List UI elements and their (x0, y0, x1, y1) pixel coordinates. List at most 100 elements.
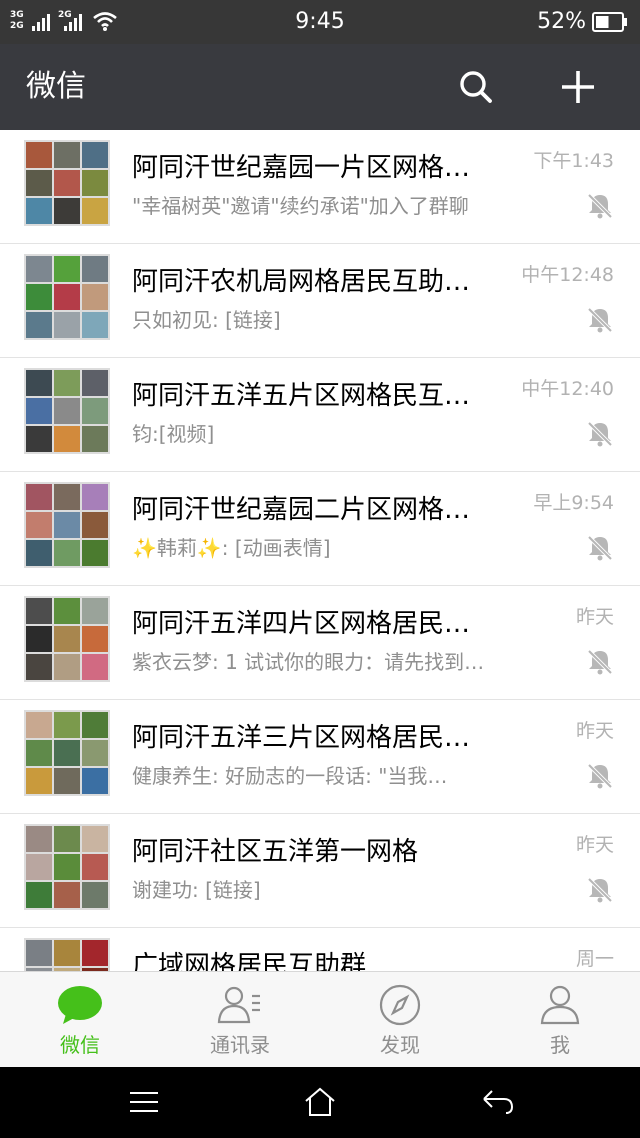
avatar-tile (26, 654, 52, 680)
avatar-tile (54, 854, 80, 880)
chat-timestamp: 周一 (575, 948, 614, 970)
chat-list-item[interactable]: 阿同汗五洋五片区网格民互… 中午12:40 钧:[视频] (0, 358, 640, 472)
tab-chats[interactable]: 微信 (0, 972, 160, 1068)
menu-button[interactable] (124, 1085, 164, 1119)
home-icon (305, 1087, 335, 1116)
avatar-tile (54, 484, 80, 510)
page-title: 微信 (26, 69, 86, 104)
chat-timestamp: 昨天 (575, 834, 614, 856)
chat-timestamp: 中午12:48 (521, 264, 614, 286)
avatar-tile (82, 170, 108, 196)
avatar-tile (54, 426, 80, 452)
avatar-tile (54, 370, 80, 396)
chat-list-item[interactable]: 广域网格居民互助群 周一 (0, 928, 640, 971)
chat-title: 阿同汗五洋四片区网格居民… (132, 609, 471, 639)
mute-bell-icon (586, 534, 614, 562)
chat-list-item[interactable]: 阿同汗农机局网格居民互助… 中午12:48 只如初见: [链接] (0, 244, 640, 358)
avatar-tile (82, 740, 108, 766)
avatar-tile (54, 284, 80, 310)
avatar-tile (54, 882, 80, 908)
chat-list-item[interactable]: 阿同汗社区五洋第一网格 昨天谢建功: [链接] (0, 814, 640, 928)
avatar-tile (82, 198, 108, 224)
avatar-tile (26, 312, 52, 338)
search-icon (460, 71, 492, 103)
avatar-tile (82, 426, 108, 452)
chat-list-item[interactable]: 阿同汗五洋四片区网格居民… 昨天 紫衣云梦: 1 试试你的眼力：请先找到… (0, 586, 640, 700)
chat-title: 阿同汗五洋三片区网格居民… (132, 723, 471, 753)
avatar-tile (26, 426, 52, 452)
avatar-tile (54, 398, 80, 424)
avatar-tile (26, 882, 52, 908)
plus-icon (562, 71, 594, 103)
tab-label: 微信 (60, 1033, 100, 1057)
avatar-tile (26, 940, 52, 966)
chat-last-message: ✨韩莉✨: [动画表情] (132, 536, 331, 560)
avatar-tile (82, 256, 108, 282)
chat-list-item[interactable]: 阿同汗世纪嘉园二片区网格… 早上9:54 ✨韩莉✨: [动画表情] (0, 472, 640, 586)
avatar-tile (26, 142, 52, 168)
avatar-tile (26, 512, 52, 538)
avatar-tile (26, 256, 52, 282)
avatar-tile (26, 170, 52, 196)
group-avatar (24, 710, 110, 796)
tab-label: 我 (550, 1033, 570, 1057)
avatar-tile (54, 512, 80, 538)
chat-title: 广域网格居民互助群 (132, 951, 367, 971)
chat-last-message: 谢建功: [链接] (132, 878, 261, 902)
avatar-tile (54, 256, 80, 282)
chat-list[interactable]: 阿同汗世纪嘉园一片区网格… 下午1:43 "幸福树英"邀请"续约承诺"加入了群聊 阿同… (0, 130, 640, 971)
compass-icon (376, 984, 424, 1026)
avatar-tile (54, 654, 80, 680)
search-button[interactable] (454, 65, 498, 109)
status-bar: 3G 2G 2G 9:45 52% (0, 0, 640, 44)
add-button[interactable] (556, 65, 600, 109)
avatar-tile (82, 940, 108, 966)
chat-last-message: "幸福树英"邀请"续约承诺"加入了群聊 (132, 194, 469, 218)
avatar-tile (26, 284, 52, 310)
avatar-tile (82, 854, 108, 880)
app-header: 微信 (0, 44, 640, 130)
chat-title: 阿同汗农机局网格居民互助… (132, 267, 471, 297)
chat-title: 阿同汗社区五洋第一网格 (132, 837, 419, 867)
tab-label: 发现 (380, 1033, 420, 1057)
home-button[interactable] (300, 1085, 340, 1119)
chat-title: 阿同汗世纪嘉园二片区网格… (132, 495, 471, 525)
mute-bell-icon (586, 876, 614, 904)
avatar-tile (82, 142, 108, 168)
group-avatar (24, 254, 110, 340)
tab-me[interactable]: 我 (480, 972, 640, 1068)
avatar-tile (54, 712, 80, 738)
group-avatar (24, 596, 110, 682)
avatar-tile (26, 198, 52, 224)
avatar-tile (82, 826, 108, 852)
avatar-tile (54, 826, 80, 852)
system-nav-bar (0, 1067, 640, 1138)
tab-discover[interactable]: 发现 (320, 972, 480, 1068)
group-avatar (24, 368, 110, 454)
avatar-tile (54, 540, 80, 566)
chat-bubble-icon (56, 984, 104, 1026)
avatar-tile (82, 540, 108, 566)
battery-icon (592, 12, 627, 32)
chat-last-message: 紫衣云梦: 1 试试你的眼力：请先找到… (132, 650, 485, 674)
chat-last-message: 只如初见: [链接] (132, 308, 281, 332)
avatar-tile (82, 284, 108, 310)
chat-list-item[interactable]: 阿同汗世纪嘉园一片区网格… 下午1:43 "幸福树英"邀请"续约承诺"加入了群聊 (0, 130, 640, 244)
mute-bell-icon (586, 762, 614, 790)
chat-list-item[interactable]: 阿同汗五洋三片区网格居民… 昨天 健康养生: 好励志的一段话: "当我… (0, 700, 640, 814)
group-avatar (24, 824, 110, 910)
chat-timestamp: 昨天 (575, 720, 614, 742)
avatar-tile (54, 940, 80, 966)
back-button[interactable] (478, 1085, 518, 1119)
avatar-tile (26, 712, 52, 738)
avatar-tile (54, 312, 80, 338)
avatar-tile (54, 626, 80, 652)
tab-contacts[interactable]: 通讯录 (160, 972, 320, 1068)
avatar-tile (82, 312, 108, 338)
back-icon (483, 1090, 514, 1114)
contacts-icon (216, 984, 264, 1026)
mute-bell-icon (586, 306, 614, 334)
tab-bar: 微信 通讯录 发现 我 (0, 971, 640, 1067)
avatar-tile (26, 826, 52, 852)
avatar-tile (82, 484, 108, 510)
